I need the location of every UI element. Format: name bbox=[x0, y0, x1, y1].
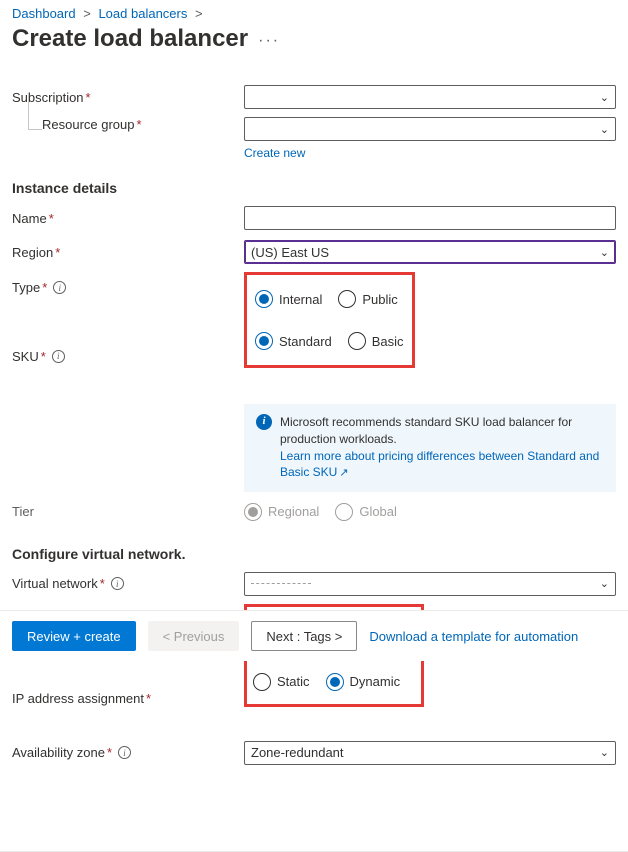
breadcrumb-load-balancers[interactable]: Load balancers bbox=[98, 6, 187, 21]
region-label: Region bbox=[12, 245, 53, 260]
tier-radio-group: Regional Global bbox=[244, 503, 616, 521]
configure-vnet-heading: Configure virtual network. bbox=[12, 546, 616, 562]
virtual-network-select[interactable]: ⌄ bbox=[244, 572, 616, 596]
chevron-down-icon: ⌄ bbox=[600, 577, 609, 590]
chevron-right-icon: > bbox=[83, 6, 91, 21]
sku-recommendation-callout: i Microsoft recommends standard SKU load… bbox=[244, 404, 616, 492]
callout-link[interactable]: Learn more about pricing differences bet… bbox=[280, 449, 599, 480]
ip-radio-static[interactable]: Static bbox=[253, 673, 310, 691]
sku-radio-basic[interactable]: Basic bbox=[348, 332, 404, 350]
create-new-link[interactable]: Create new bbox=[244, 146, 305, 160]
sku-radio-group: Standard Basic bbox=[255, 332, 404, 350]
info-icon[interactable]: i bbox=[52, 350, 65, 363]
tier-radio-regional: Regional bbox=[244, 503, 319, 521]
breadcrumb-dashboard[interactable]: Dashboard bbox=[12, 6, 76, 21]
type-radio-internal[interactable]: Internal bbox=[255, 290, 322, 308]
ip-radio-dynamic[interactable]: Dynamic bbox=[326, 673, 401, 691]
sku-radio-standard[interactable]: Standard bbox=[255, 332, 332, 350]
previous-button: < Previous bbox=[148, 621, 240, 651]
chevron-right-icon: > bbox=[195, 6, 203, 21]
info-icon[interactable]: i bbox=[118, 746, 131, 759]
type-radio-group: Internal Public bbox=[255, 290, 398, 308]
subscription-label: Subscription bbox=[12, 90, 84, 105]
availability-zone-label: Availability zone bbox=[12, 745, 105, 760]
chevron-down-icon: ⌄ bbox=[600, 91, 609, 104]
name-input[interactable] bbox=[244, 206, 616, 230]
external-link-icon: ↗ bbox=[339, 467, 348, 479]
info-icon[interactable]: i bbox=[53, 281, 66, 294]
download-template-link[interactable]: Download a template for automation bbox=[369, 629, 578, 644]
chevron-down-icon: ⌄ bbox=[600, 123, 609, 136]
instance-details-heading: Instance details bbox=[12, 180, 616, 196]
highlight-type-sku: Internal Public Standard bbox=[244, 272, 415, 368]
tier-label: Tier bbox=[12, 504, 34, 519]
virtual-network-label: Virtual network bbox=[12, 576, 98, 591]
name-label: Name bbox=[12, 211, 47, 226]
info-icon[interactable]: i bbox=[111, 577, 124, 590]
region-select[interactable]: (US) East US ⌄ bbox=[244, 240, 616, 264]
tier-radio-global: Global bbox=[335, 503, 397, 521]
callout-text: Microsoft recommends standard SKU load b… bbox=[280, 414, 604, 448]
ip-assignment-radio-group: Static Dynamic bbox=[253, 673, 400, 691]
chevron-down-icon: ⌄ bbox=[600, 746, 609, 759]
wizard-footer: Review + create < Previous Next : Tags >… bbox=[0, 610, 628, 661]
availability-zone-select[interactable]: Zone-redundant ⌄ bbox=[244, 741, 616, 765]
page-title: Create load balancer bbox=[12, 25, 248, 53]
type-radio-public[interactable]: Public bbox=[338, 290, 397, 308]
type-label: Type bbox=[12, 280, 40, 295]
chevron-down-icon: ⌄ bbox=[600, 246, 609, 259]
resource-group-select[interactable]: ⌄ bbox=[244, 117, 616, 141]
next-button[interactable]: Next : Tags > bbox=[251, 621, 357, 651]
subscription-select[interactable]: ⌄ bbox=[244, 85, 616, 109]
breadcrumb: Dashboard > Load balancers > bbox=[12, 0, 616, 23]
review-create-button[interactable]: Review + create bbox=[12, 621, 136, 651]
info-icon: i bbox=[256, 414, 272, 430]
more-actions-icon[interactable]: ··· bbox=[258, 32, 280, 50]
